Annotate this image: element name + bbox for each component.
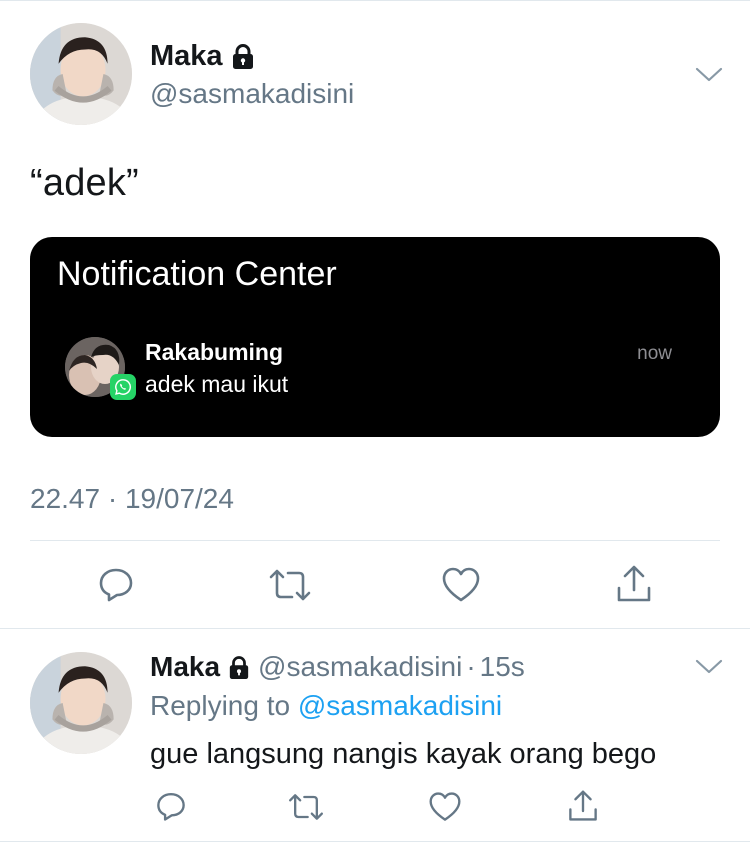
reply-icon[interactable] [155,790,187,822]
notification-message: adek mau ikut [145,371,289,397]
reply-header: Maka @sasmakadisini · 15s [150,651,525,683]
chevron-down-icon[interactable] [695,658,723,676]
top-divider [0,0,750,1]
retweet-icon[interactable] [268,567,312,603]
replying-to-link[interactable]: @sasmakadisini [298,690,502,721]
replying-to-prefix: Replying to [150,690,298,721]
whatsapp-icon [110,374,136,400]
author-name-row[interactable]: Maka [150,40,255,73]
author-handle[interactable]: @sasmakadisini [150,78,354,110]
tweet-timestamp[interactable]: 22.47 · 19/07/24 [30,483,234,515]
section-divider [0,628,750,629]
reply-time[interactable]: 15s [480,651,525,683]
notification-sender: Rakabuming [145,339,284,365]
reply-icon[interactable] [97,565,135,603]
retweet-icon[interactable] [287,792,325,822]
notification-center-card[interactable]: Notification Center Rakabuming adek mau … [30,237,720,437]
share-icon[interactable] [615,564,653,604]
chevron-down-icon[interactable] [695,66,723,84]
reply-text: gue langsung nangis kayak orang bego [150,738,657,770]
lock-icon [228,655,250,679]
like-icon[interactable] [428,791,462,823]
like-icon[interactable] [441,566,481,604]
notification-center-title: Notification Center [57,255,337,293]
author-name[interactable]: Maka [150,40,223,73]
author-avatar[interactable] [30,23,132,125]
lock-icon [231,43,255,70]
reply-author-name[interactable]: Maka [150,651,220,683]
bottom-divider [0,841,750,842]
reply-author-handle[interactable]: @sasmakadisini [258,651,462,683]
tweet-text: “adek” [30,162,139,204]
notification-time: now [637,343,672,364]
replying-to: Replying to @sasmakadisini [150,690,502,722]
reply-author-avatar[interactable] [30,652,132,754]
separator-dot: · [466,651,476,682]
share-icon[interactable] [567,789,599,823]
divider [30,540,720,541]
